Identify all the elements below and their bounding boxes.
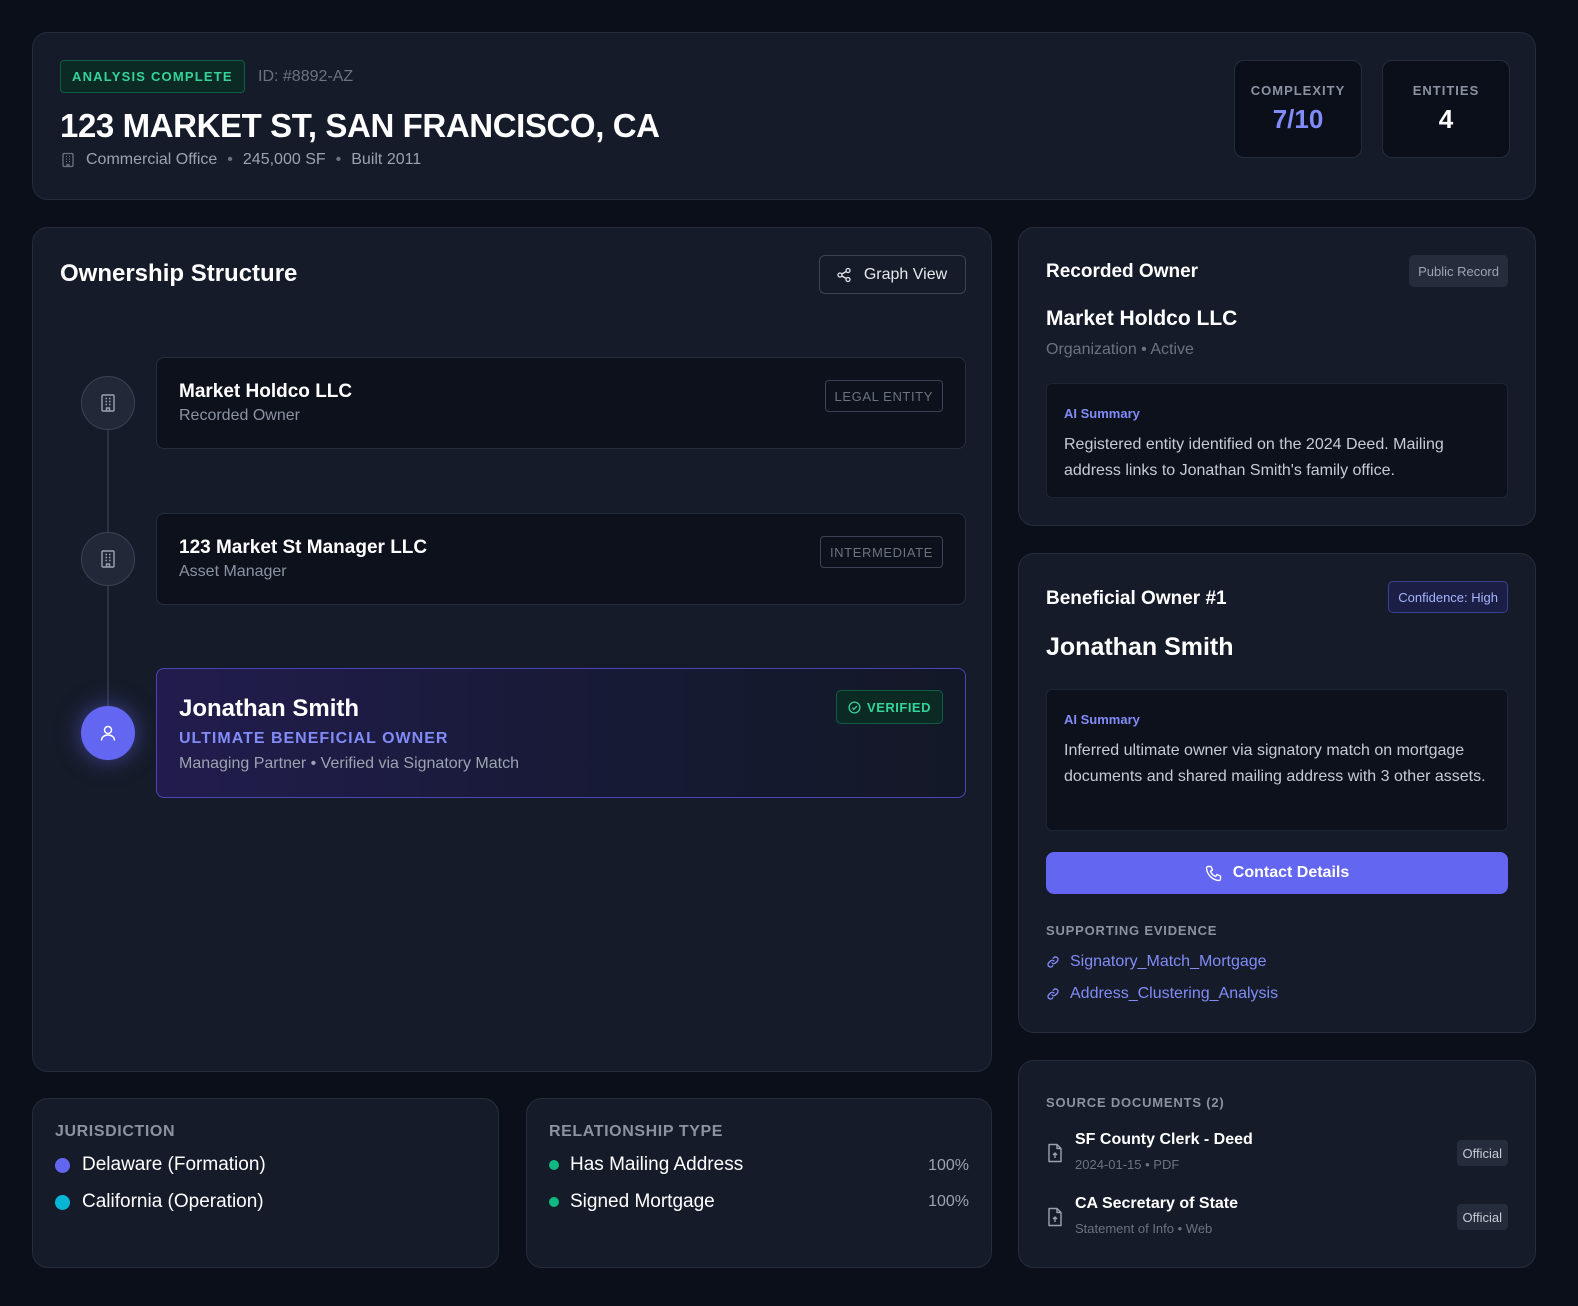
file-icon <box>1048 1143 1062 1163</box>
status-badge: ANALYSIS COMPLETE <box>60 60 245 93</box>
ai-summary-label: AI Summary <box>1064 406 1140 421</box>
source-docs-title: SOURCE DOCUMENTS (2) <box>1046 1095 1225 1110</box>
property-built: Built 2011 <box>351 151 422 168</box>
property-meta: Commercial Office • 245,000 SF • Built 2… <box>60 151 421 169</box>
ai-summary-text: Registered entity identified on the 2024… <box>1064 436 1444 479</box>
jurisdiction-label: California (Operation) <box>82 1191 264 1212</box>
meta-separator: • <box>227 151 233 168</box>
document-row[interactable]: CA Secretary of State Statement of Info … <box>1046 1195 1508 1245</box>
relationship-label: Has Mailing Address <box>570 1154 744 1175</box>
complexity-stat: COMPLEXITY 7/10 <box>1234 60 1362 158</box>
ai-summary-label: AI Summary <box>1064 712 1140 727</box>
evidence-link-label: Signatory_Match_Mortgage <box>1070 953 1267 970</box>
verified-label: VERIFIED <box>867 699 931 715</box>
report-id: ID: #8892-AZ <box>258 68 354 85</box>
user-icon <box>81 706 135 760</box>
evidence-title: SUPPORTING EVIDENCE <box>1046 923 1218 938</box>
relationship-percent: 100% <box>928 1193 969 1210</box>
section-title: Ownership Structure <box>60 260 298 287</box>
document-row[interactable]: SF County Clerk - Deed 2024-01-15 • PDF … <box>1046 1131 1508 1181</box>
owner-name: Market Holdco LLC <box>1046 307 1238 330</box>
relationship-item: Has Mailing Address <box>549 1154 743 1176</box>
evidence-link[interactable]: Address_Clustering_Analysis <box>1046 985 1278 1003</box>
official-badge: Official <box>1456 1204 1508 1230</box>
entity-tag: INTERMEDIATE <box>819 536 943 568</box>
jurisdiction-item: Delaware (Formation) <box>55 1154 266 1176</box>
stat-value: 4 <box>1438 104 1454 134</box>
share-icon <box>837 267 851 282</box>
contact-details-label: Contact Details <box>1232 864 1350 881</box>
owner-meta: Organization • Active <box>1046 341 1194 358</box>
ownership-structure-panel: Ownership Structure Graph View Market Ho… <box>32 227 992 1072</box>
ai-summary-text: Inferred ultimate owner via signatory ma… <box>1064 742 1486 785</box>
public-record-badge: Public Record <box>1409 255 1508 287</box>
evidence-link-label: Address_Clustering_Analysis <box>1070 985 1279 1002</box>
confidence-badge: Confidence: High <box>1388 581 1508 613</box>
relationship-item: Signed Mortgage <box>549 1191 715 1213</box>
property-size: 245,000 SF <box>242 151 326 168</box>
meta-separator: • <box>335 151 342 168</box>
official-badge: Official <box>1456 1140 1508 1166</box>
contact-details-button[interactable]: Contact Details <box>1046 852 1508 894</box>
file-icon <box>1048 1207 1062 1227</box>
stat-value: 7/10 <box>1272 104 1324 134</box>
jurisdiction-card: JURISDICTION Delaware (Formation) Califo… <box>32 1098 499 1268</box>
stat-label: COMPLEXITY <box>1250 83 1346 98</box>
link-icon <box>1047 956 1059 968</box>
document-meta: 2024-01-15 • PDF <box>1075 1157 1180 1172</box>
status-dot <box>549 1160 559 1170</box>
beneficial-owner-card: Beneficial Owner #1 Confidence: High Jon… <box>1018 553 1536 1033</box>
jurisdiction-item: California (Operation) <box>55 1191 264 1213</box>
entity-role: Asset Manager <box>179 563 287 580</box>
source-documents-card: SOURCE DOCUMENTS (2) SF County Clerk - D… <box>1018 1060 1536 1268</box>
entity-card-beneficial-owner[interactable]: Jonathan Smith ULTIMATE BENEFICIAL OWNER… <box>156 668 966 798</box>
entity-name: 123 Market St Manager LLC <box>179 537 428 558</box>
phone-icon <box>1205 865 1221 882</box>
property-type: Commercial Office <box>86 151 218 168</box>
stat-label: ENTITIES <box>1412 83 1480 98</box>
relationship-label: Signed Mortgage <box>570 1191 715 1212</box>
entity-tag: LEGAL ENTITY <box>824 380 943 412</box>
entity-card-asset-manager[interactable]: 123 Market St Manager LLC Asset Manager … <box>156 513 966 605</box>
link-icon <box>1047 988 1059 1000</box>
page-title: 123 MARKET ST, SAN FRANCISCO, CA <box>60 107 660 144</box>
relationship-title: RELATIONSHIP TYPE <box>549 1123 724 1140</box>
recorded-owner-card: Recorded Owner Public Record Market Hold… <box>1018 227 1536 526</box>
jurisdiction-title: JURISDICTION <box>55 1123 176 1140</box>
relationship-type-card: RELATIONSHIP TYPE Has Mailing Address 10… <box>526 1098 992 1268</box>
ai-summary-box: AI Summary Registered entity identified … <box>1046 383 1508 498</box>
document-title: SF County Clerk - Deed <box>1075 1131 1253 1148</box>
document-meta: Statement of Info • Web <box>1075 1221 1213 1236</box>
building-icon <box>81 532 135 586</box>
verified-badge: VERIFIED <box>836 690 943 724</box>
owner-name: Jonathan Smith <box>1046 633 1234 661</box>
card-title: Recorded Owner <box>1046 261 1199 282</box>
jurisdiction-label: Delaware (Formation) <box>82 1154 266 1175</box>
entities-stat: ENTITIES 4 <box>1382 60 1510 158</box>
document-title: CA Secretary of State <box>1075 1195 1239 1212</box>
evidence-link[interactable]: Signatory_Match_Mortgage <box>1046 953 1267 971</box>
property-header: ANALYSIS COMPLETE ID: #8892-AZ 123 MARKE… <box>32 32 1536 200</box>
check-circle-icon <box>848 700 861 714</box>
graph-view-button[interactable]: Graph View <box>819 255 966 294</box>
legend-dot <box>55 1157 70 1173</box>
entity-subtitle: ULTIMATE BENEFICIAL OWNER <box>179 730 449 747</box>
legend-dot <box>55 1194 70 1210</box>
status-dot <box>549 1197 559 1207</box>
card-title: Beneficial Owner #1 <box>1046 588 1227 609</box>
entity-role: Recorded Owner <box>179 407 300 424</box>
building-icon <box>81 376 135 430</box>
relationship-percent: 100% <box>928 1157 969 1174</box>
entity-card-recorded-owner[interactable]: Market Holdco LLC Recorded Owner LEGAL E… <box>156 357 966 449</box>
graph-view-label: Graph View <box>863 265 948 283</box>
entity-role: Managing Partner • Verified via Signator… <box>179 755 519 772</box>
entity-name: Market Holdco LLC <box>179 381 353 402</box>
building-icon <box>62 152 74 168</box>
ai-summary-box: AI Summary Inferred ultimate owner via s… <box>1046 689 1508 831</box>
entity-name: Jonathan Smith <box>179 695 360 722</box>
